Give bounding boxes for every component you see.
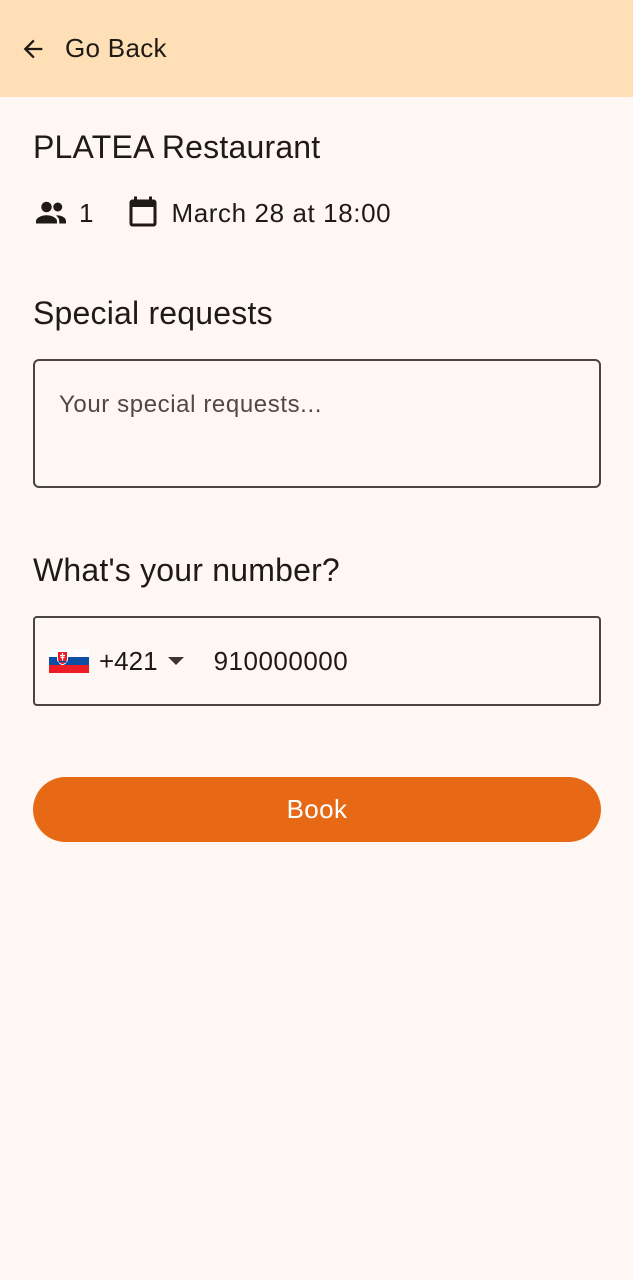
calendar-icon [125,195,161,231]
go-back-label: Go Back [65,33,167,63]
country-code: +421 [99,645,158,676]
go-back-button[interactable]: Go Back [0,19,167,79]
phone-title: What's your number? [33,552,340,588]
booking-summary: 1 March 28 at 18:00 [33,193,391,233]
booking-datetime: March 28 at 18:00 [171,197,392,228]
phone-number-input[interactable]: 910000000 [214,646,349,677]
special-requests-title: Special requests [33,295,273,331]
arrow-left-icon [23,39,43,58]
guest-count: 1 [79,197,94,228]
country-code-picker[interactable]: +421 [35,618,184,704]
chevron-down-icon [167,657,184,665]
book-button[interactable]: Book [33,777,601,842]
restaurant-name: PLATEA Restaurant [33,129,321,165]
people-icon [33,195,69,231]
special-requests-placeholder: Your special requests... [59,391,322,418]
special-requests-input[interactable]: Your special requests... [33,359,601,488]
top-app-bar: Go Back [0,0,633,97]
phone-field: +421 910000000 [33,616,601,706]
slovakia-flag-icon [49,649,89,673]
